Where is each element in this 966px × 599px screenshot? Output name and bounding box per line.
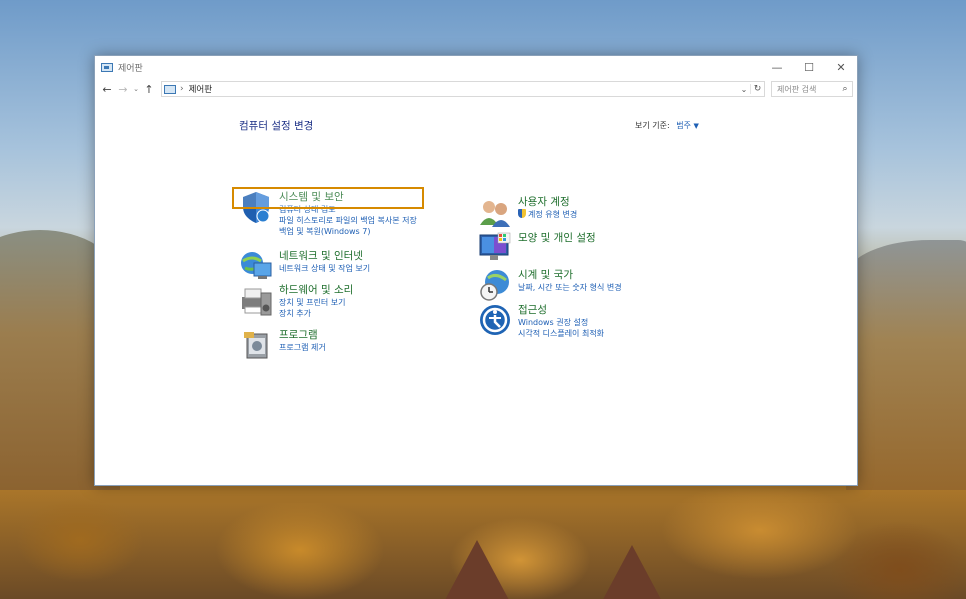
- category-user-accounts: 사용자 계정 계정 유형 변경: [478, 195, 577, 229]
- category-title-clock-region[interactable]: 시계 및 국가: [518, 268, 622, 282]
- search-box[interactable]: ⌕: [771, 81, 853, 97]
- uac-shield-icon: [518, 209, 526, 218]
- landscape-roof: [445, 540, 509, 599]
- category-title-network-internet[interactable]: 네트워크 및 인터넷: [279, 249, 370, 263]
- link-date-time-format[interactable]: 날짜, 시간 또는 숫자 형식 변경: [518, 282, 622, 293]
- landscape-roof: [600, 545, 664, 599]
- link-devices-printers[interactable]: 장치 및 프린터 보기: [279, 297, 353, 308]
- link-network-status[interactable]: 네트워크 상태 및 작업 보기: [279, 263, 370, 274]
- up-arrow-icon[interactable]: ↑: [141, 83, 157, 96]
- main-content: 컴퓨터 설정 변경 보기 기준: 범주 ▼ 시스템 및 보안 컴퓨터 상태 검토…: [95, 100, 857, 485]
- link-add-device[interactable]: 장치 추가: [279, 308, 353, 319]
- clock-globe-icon: [480, 270, 509, 301]
- search-input[interactable]: [777, 84, 838, 94]
- category-title-programs[interactable]: 프로그램: [279, 328, 326, 342]
- printer-speaker-icon: [242, 288, 272, 316]
- highlight-outline: [232, 187, 424, 209]
- address-bar[interactable]: › 제어판 ⌄ ↻: [161, 81, 765, 97]
- category-appearance: 모양 및 개인 설정: [478, 231, 596, 265]
- link-backup-restore[interactable]: 백업 및 복원(Windows 7): [279, 226, 417, 237]
- display-personalize-icon: [479, 232, 511, 260]
- link-optimize-display[interactable]: 시각적 디스플레이 최적화: [518, 328, 604, 339]
- page-title: 컴퓨터 설정 변경: [239, 120, 314, 132]
- landscape-hill-right: [846, 240, 966, 490]
- refresh-icon[interactable]: ↻: [750, 84, 764, 94]
- control-panel-icon: [101, 62, 113, 72]
- close-button[interactable]: ✕: [825, 56, 857, 78]
- link-change-account-type-label: 계정 유형 변경: [528, 210, 578, 219]
- view-by: 보기 기준: 범주 ▼: [635, 120, 699, 131]
- network-globe-icon: [241, 252, 272, 279]
- category-title-user-accounts[interactable]: 사용자 계정: [518, 195, 577, 209]
- category-network-internet: 네트워크 및 인터넷 네트워크 상태 및 작업 보기: [239, 249, 370, 283]
- title-bar: 제어판 — ☐ ✕: [95, 56, 857, 78]
- users-icon: [480, 201, 510, 227]
- chevron-down-icon[interactable]: ⌄: [738, 85, 750, 94]
- window-title: 제어판: [118, 63, 143, 74]
- accessibility-icon: [480, 305, 510, 335]
- category-ease-of-access: 접근성 Windows 권장 설정 시각적 디스플레이 최적화: [478, 303, 604, 339]
- link-file-history[interactable]: 파일 히스토리로 파일의 백업 복사본 저장: [279, 215, 417, 226]
- forward-arrow-icon[interactable]: →: [115, 83, 131, 96]
- recent-locations-chevron-icon[interactable]: ⌄: [131, 85, 141, 93]
- control-panel-icon: [164, 84, 176, 94]
- view-by-dropdown[interactable]: 범주: [676, 121, 691, 130]
- caret-down-icon[interactable]: ▼: [694, 122, 699, 130]
- category-title-appearance[interactable]: 모양 및 개인 설정: [518, 231, 596, 245]
- link-change-account-type[interactable]: 계정 유형 변경: [518, 209, 577, 220]
- category-clock-region: 시계 및 국가 날짜, 시간 또는 숫자 형식 변경: [478, 268, 622, 302]
- address-row: ← → ⌄ ↑ › 제어판 ⌄ ↻ ⌕: [95, 78, 857, 100]
- control-panel-window: 제어판 — ☐ ✕ ← → ⌄ ↑ › 제어판 ⌄ ↻ ⌕ 컴퓨터 설정 변경 …: [94, 55, 858, 486]
- category-title-hardware-sound[interactable]: 하드웨어 및 소리: [279, 283, 353, 297]
- programs-icon: [244, 332, 268, 359]
- back-arrow-icon[interactable]: ←: [99, 83, 115, 96]
- view-by-label: 보기 기준:: [635, 121, 670, 130]
- search-icon[interactable]: ⌕: [838, 84, 852, 94]
- maximize-button[interactable]: ☐: [793, 56, 825, 78]
- category-programs: 프로그램 프로그램 제거: [239, 328, 326, 362]
- link-uninstall-program[interactable]: 프로그램 제거: [279, 342, 326, 353]
- breadcrumb-control-panel[interactable]: 제어판: [189, 83, 738, 95]
- category-title-ease-of-access[interactable]: 접근성: [518, 303, 604, 317]
- breadcrumb-separator: ›: [180, 84, 184, 94]
- link-windows-recommended[interactable]: Windows 권장 설정: [518, 317, 604, 328]
- category-hardware-sound: 하드웨어 및 소리 장치 및 프린터 보기 장치 추가: [239, 283, 353, 319]
- minimize-button[interactable]: —: [761, 56, 793, 78]
